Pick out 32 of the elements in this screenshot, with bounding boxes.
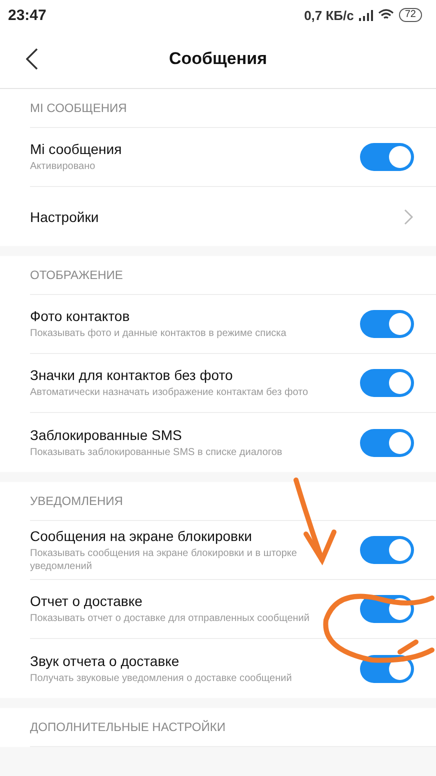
chevron-icon[interactable] <box>404 208 414 224</box>
section-title: ОТОБРАЖЕНИЕ <box>30 268 123 282</box>
setting-title: Mi сообщения <box>30 141 123 157</box>
wifi-icon <box>378 9 394 21</box>
section-title: ДОПОЛНИТЕЛЬНЫЕ НАСТРОЙКИ <box>30 720 226 734</box>
setting-title: Звук отчета о доставке <box>30 652 180 668</box>
section-title: MI СООБЩЕНИЯ <box>30 101 127 115</box>
toggle-switch[interactable] <box>360 143 414 171</box>
setting-description: Показывать заблокированные SMS в списке диалогов <box>30 446 284 458</box>
setting-title: Настройки <box>30 208 100 224</box>
setting-description: Получать звуковые уведомления о доставке сообщений <box>30 672 293 684</box>
setting-title: Значки для контактов без фото <box>30 367 234 383</box>
setting-title: Отчет о доставке <box>30 593 144 609</box>
setting-title: Фото контактов <box>30 308 131 324</box>
toggle-switch[interactable] <box>360 428 414 456</box>
setting-description: Активировано <box>30 160 96 173</box>
back-icon <box>26 48 38 70</box>
toggle-switch[interactable] <box>360 369 414 397</box>
setting-title: Заблокированные SMS <box>30 426 183 442</box>
toggle-switch[interactable] <box>360 310 414 338</box>
network-speed: 0,7 КБ/с <box>304 8 354 22</box>
setting-description: Автоматически назначать изображение контактам без фото <box>30 386 310 399</box>
setting-description: Показывать фото и данные контактов в режиме списка <box>30 327 288 340</box>
status-time: 23:47 <box>8 6 46 24</box>
setting-title: Сообщения на экране блокировки <box>30 528 253 544</box>
toggle-switch[interactable] <box>360 536 414 564</box>
battery-indicator: 72 <box>398 8 422 22</box>
setting-description: Показывать сообщения на экране блокировки и в шторке уведомлений <box>30 546 298 572</box>
signal-icon <box>358 10 373 20</box>
section-title: УВЕДОМЛЕНИЯ <box>30 494 123 508</box>
setting-description: Показывать отчет о доставке для отправленных сообщений <box>30 612 310 625</box>
page-title: Сообщения <box>168 49 268 69</box>
